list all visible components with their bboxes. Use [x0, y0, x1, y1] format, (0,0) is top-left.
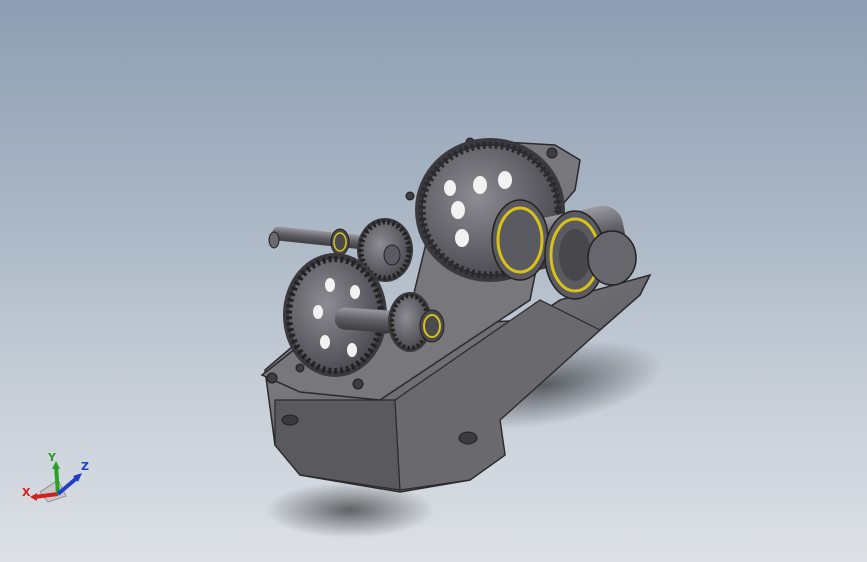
flange-hole [458, 431, 478, 445]
gearbox-model[interactable] [0, 0, 867, 562]
bolt-head [266, 372, 278, 384]
triad-y-axis [54, 465, 60, 495]
coordinate-triad: X Y Z [22, 451, 89, 503]
flange-hole [281, 414, 299, 426]
bolt-head [295, 363, 305, 373]
triad-x-arrow [30, 493, 37, 501]
bolt-head [405, 191, 415, 201]
triad-x-label: X [22, 486, 31, 499]
housing-front-face [274, 399, 401, 491]
bolt-head [546, 147, 558, 159]
bolt-head [352, 378, 364, 390]
triad-y-label: Y [47, 451, 57, 464]
triad-z-label: Z [81, 460, 89, 473]
cad-viewport[interactable]: X Y Z [0, 0, 867, 562]
